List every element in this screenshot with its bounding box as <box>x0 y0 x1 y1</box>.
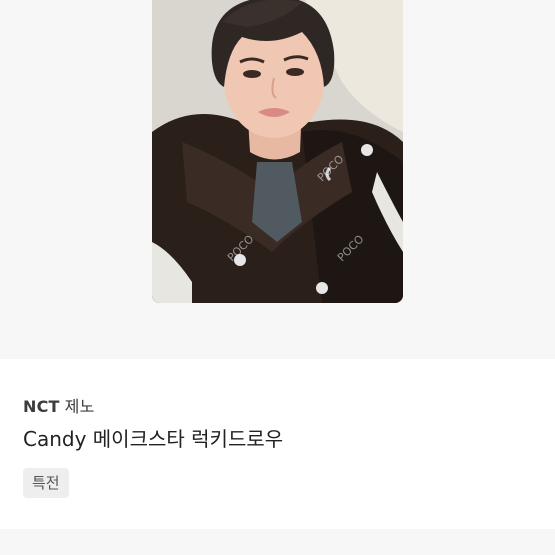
artist-name: NCT <box>23 397 60 416</box>
artist-line: NCT 제노 <box>23 393 95 417</box>
section-divider <box>0 529 555 555</box>
photo-illustration: POCO POCO POCO <box>152 0 403 303</box>
product-title: Candy 메이크스타 럭키드로우 <box>23 427 284 451</box>
product-info: NCT 제노 Candy 메이크스타 럭키드로우 특전 <box>0 359 555 529</box>
product-detail-page: POCO POCO POCO NCT 제노 Candy 메이크스타 럭키드로우 특… <box>0 0 555 555</box>
product-image-area: POCO POCO POCO <box>0 0 555 359</box>
member-name: 제노 <box>64 397 95 416</box>
product-photo[interactable]: POCO POCO POCO <box>152 0 403 303</box>
benefit-tag: 특전 <box>23 468 69 498</box>
